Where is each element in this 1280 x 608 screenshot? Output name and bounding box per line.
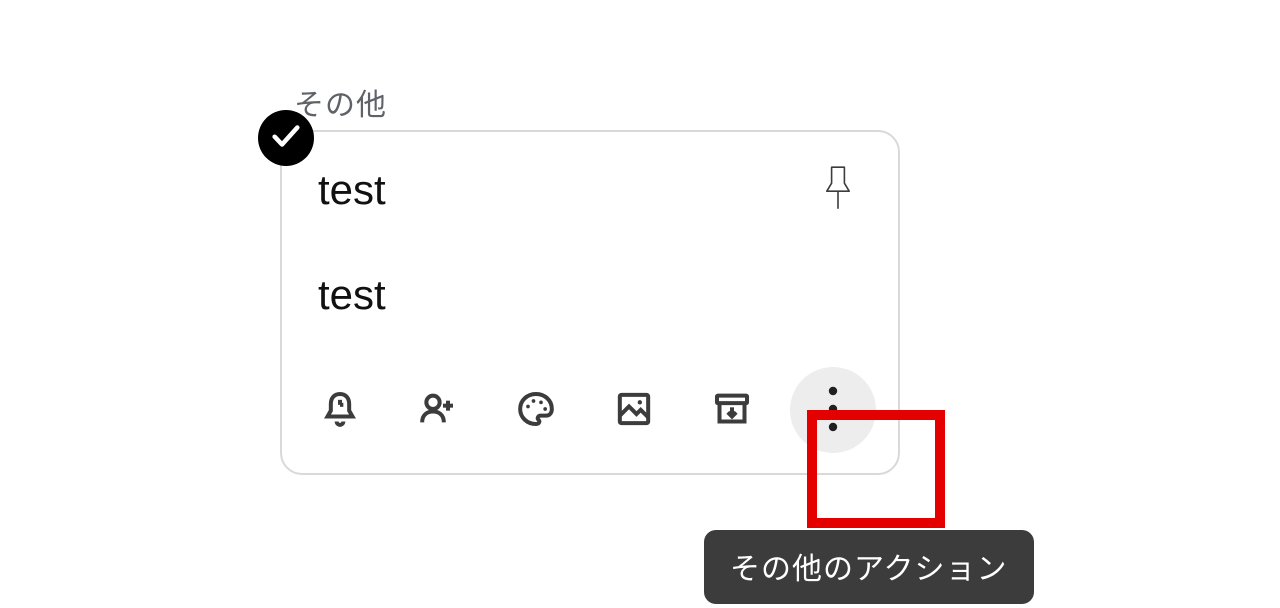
more-actions-button[interactable] — [790, 367, 876, 453]
image-icon — [614, 389, 654, 432]
change-color-button[interactable] — [516, 386, 556, 434]
archive-icon — [712, 389, 752, 432]
pin-button[interactable] — [814, 160, 862, 219]
more-button-wrap — [790, 365, 876, 455]
note-card-wrapper: test test — [240, 130, 920, 475]
reminder-bell-icon — [320, 389, 360, 432]
note-card[interactable]: test test — [280, 130, 900, 475]
note-body[interactable]: test — [318, 271, 862, 319]
person-add-icon — [418, 389, 458, 432]
add-image-button[interactable] — [614, 386, 654, 434]
more-vertical-icon — [828, 385, 838, 436]
archive-button[interactable] — [712, 386, 752, 434]
selected-check-badge[interactable] — [258, 110, 314, 166]
pin-icon — [818, 200, 858, 215]
section-label: その他 — [294, 80, 920, 124]
palette-icon — [516, 389, 556, 432]
note-title[interactable]: test — [318, 166, 386, 214]
note-title-row: test — [318, 160, 862, 219]
note-toolbar — [318, 365, 862, 455]
note-section: その他 test test — [240, 80, 920, 475]
more-actions-tooltip: その他のアクション — [704, 530, 1034, 604]
remind-me-button[interactable] — [320, 386, 360, 434]
check-icon — [269, 119, 303, 158]
add-collaborator-button[interactable] — [418, 386, 458, 434]
